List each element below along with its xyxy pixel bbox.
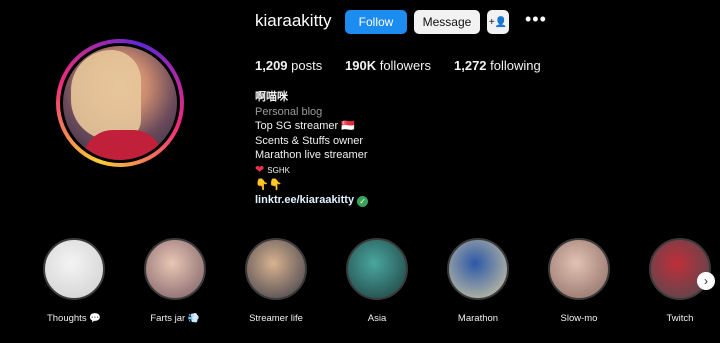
highlight-label: Farts jar 💨 (150, 313, 200, 324)
following-stat[interactable]: 1,272 following (454, 58, 541, 73)
bio-link-row[interactable]: linktr.ee/kiaraakitty ✓ (255, 193, 369, 208)
add-user-icon[interactable]: +👤 (487, 10, 509, 34)
follow-button[interactable]: Follow (345, 10, 407, 34)
posts-stat: 1,209 posts (255, 58, 345, 73)
followers-label: followers (379, 58, 431, 73)
avatar-top (83, 130, 163, 160)
highlight-cover[interactable] (43, 238, 105, 300)
avatar-gap (60, 43, 180, 163)
heart-icon: ❤ (255, 163, 265, 176)
highlight-item[interactable]: Thoughts 💬 (39, 238, 109, 324)
avatar-hair (71, 50, 141, 140)
highlight-label: Slow-mo (560, 313, 598, 324)
bio-line: Scents & Stuffs owner (255, 134, 364, 147)
highlight-cover[interactable] (447, 238, 509, 300)
highlight-label: Streamer life (249, 313, 303, 324)
followers-stat[interactable]: 190K followers (345, 58, 454, 73)
category-label: Personal blog (255, 105, 323, 118)
bio-line: ❤ SGHK (255, 163, 368, 179)
bio-line-text: SGHK (267, 165, 290, 175)
message-button[interactable]: Message (414, 10, 480, 34)
highlight-label: Twitch (666, 313, 694, 324)
next-arrow-icon[interactable]: › (697, 272, 715, 290)
following-label: following (490, 58, 541, 73)
bio-line: Top SG streamer 🇸🇬 (255, 120, 355, 132)
followers-count: 190K (345, 58, 377, 73)
highlight-item[interactable]: Marathon (443, 238, 513, 324)
highlight-cover[interactable] (245, 238, 307, 300)
bio-line: 👇👇 (255, 179, 283, 191)
bio-link[interactable]: linktr.ee/kiaraakitty (255, 194, 354, 206)
posts-count: 1,209 (255, 58, 288, 73)
bio: 啊喵咪 Personal blog Top SG streamer 🇸🇬 Sce… (255, 90, 369, 208)
highlight-cover[interactable] (548, 238, 610, 300)
username: kiaraakitty (255, 11, 332, 30)
highlight-cover[interactable] (144, 238, 206, 300)
highlight-label: Asia (367, 313, 387, 324)
highlight-item[interactable]: Streamer life (241, 238, 311, 324)
highlight-label: Marathon (457, 313, 499, 324)
highlight-item[interactable]: Slow-mo (544, 238, 614, 324)
highlight-label: Thoughts 💬 (46, 313, 102, 324)
highlight-item[interactable]: Farts jar 💨 (140, 238, 210, 324)
following-count: 1,272 (454, 58, 487, 73)
profile-avatar-ring[interactable] (56, 39, 184, 167)
bio-line: Marathon live streamer (255, 149, 368, 161)
highlight-item[interactable]: Asia (342, 238, 412, 324)
highlight-cover[interactable] (346, 238, 408, 300)
display-name: 啊喵咪 (255, 91, 288, 103)
posts-label: posts (291, 58, 323, 73)
verified-check-icon: ✓ (357, 195, 369, 207)
highlight-cover[interactable] (649, 238, 711, 300)
profile-stats: 1,209 posts 190K followers 1,272 followi… (255, 58, 541, 73)
more-options-icon[interactable]: ••• (525, 9, 547, 30)
avatar (63, 46, 177, 160)
